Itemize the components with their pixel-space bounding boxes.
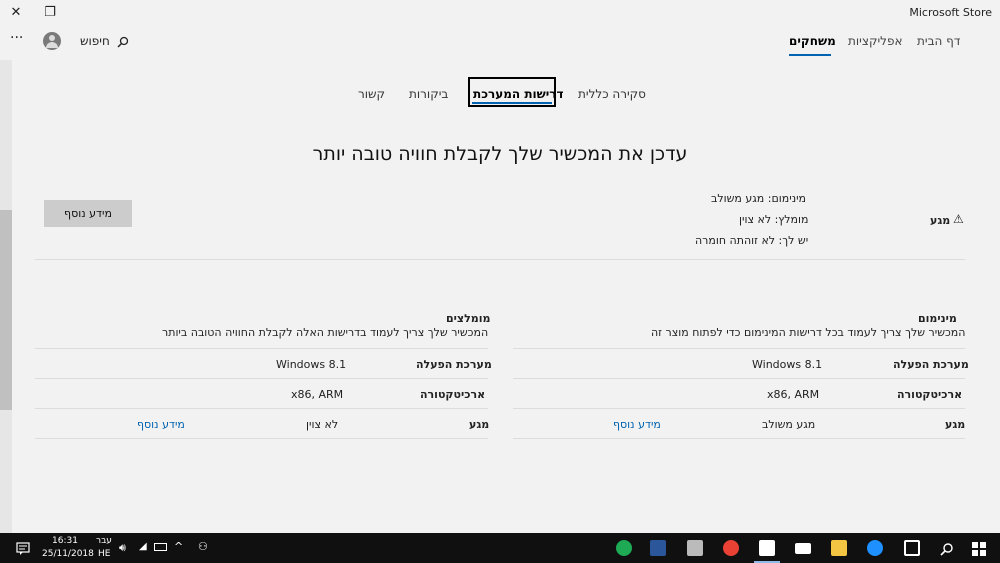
search-icon[interactable] bbox=[940, 541, 954, 560]
recommended-more-info-link[interactable]: מידע נוסף bbox=[137, 418, 185, 431]
task-view-icon[interactable] bbox=[904, 540, 920, 556]
tab-related[interactable]: קשור bbox=[358, 87, 385, 101]
touch-detected-line: יש לך: לא זוהתה חומרה bbox=[695, 234, 809, 247]
minimum-more-info-link[interactable]: מידע נוסף bbox=[613, 418, 661, 431]
wifi-icon[interactable]: ◢ bbox=[139, 541, 147, 552]
clock-time[interactable]: 16:31 bbox=[52, 536, 78, 546]
restore-button[interactable]: ❐ bbox=[34, 0, 66, 26]
touch-label: מגע bbox=[930, 214, 951, 227]
battery-icon[interactable] bbox=[154, 543, 167, 551]
language-code[interactable]: HE bbox=[98, 549, 110, 559]
row-divider bbox=[513, 348, 965, 349]
touch-minimum-line: מינימום: מגע משולב bbox=[711, 192, 807, 205]
row-divider bbox=[513, 408, 965, 409]
edge-legacy-icon[interactable] bbox=[616, 540, 632, 556]
scrollbar-track[interactable] bbox=[0, 60, 12, 533]
taskbar: 16:31 25/11/2018 עבר HE 🔊︎ ◢ ^ ⚇ bbox=[0, 533, 1000, 563]
minimum-title: מינימום bbox=[918, 312, 957, 325]
chevron-up-icon[interactable]: ^ bbox=[174, 540, 183, 553]
language-indicator[interactable]: עבר bbox=[96, 536, 112, 546]
recommended-subtitle: המכשיר שלך צריך לעמוד בדרישות האלה לקבלת… bbox=[162, 326, 489, 339]
folder-icon[interactable] bbox=[831, 540, 847, 556]
clock-date[interactable]: 25/11/2018 bbox=[42, 549, 94, 559]
scrollbar-thumb[interactable] bbox=[0, 210, 12, 410]
row-divider bbox=[513, 438, 965, 439]
recommended-touch-label: מגע bbox=[469, 418, 490, 431]
volume-icon[interactable]: 🔊︎ bbox=[119, 541, 126, 555]
tab-overview[interactable]: סקירה כללית bbox=[578, 87, 646, 101]
close-button[interactable]: ✕ bbox=[0, 0, 32, 26]
tab-reviews[interactable]: ביקורות bbox=[409, 87, 448, 101]
minimum-touch-label: מגע bbox=[945, 418, 966, 431]
people-icon[interactable]: ⚇ bbox=[198, 540, 208, 553]
row-divider bbox=[513, 378, 965, 379]
mail-icon[interactable] bbox=[795, 543, 811, 554]
row-divider bbox=[35, 348, 488, 349]
row-divider bbox=[35, 408, 488, 409]
store-icon[interactable] bbox=[759, 540, 775, 556]
windows-start-icon[interactable] bbox=[972, 541, 986, 560]
recommended-os-label: מערכת הפעלה bbox=[416, 358, 492, 371]
recommended-touch-value: לא צוין bbox=[306, 418, 339, 431]
tab-system-requirements[interactable]: דרישות המערכת bbox=[473, 87, 564, 101]
search-button[interactable]: חיפוש bbox=[80, 34, 110, 48]
account-avatar[interactable] bbox=[43, 32, 61, 50]
recommended-arch-value: x86, ARM bbox=[291, 388, 344, 401]
window-title: Microsoft Store bbox=[909, 6, 992, 19]
title-bar: ✕ ❐ Microsoft Store bbox=[0, 0, 1000, 26]
page-heading: עדכן את המכשיר שלך לקבלת חוויה טובה יותר bbox=[312, 143, 688, 165]
touch-recommended-line: מומלץ: לא צוין bbox=[739, 213, 809, 226]
section-divider bbox=[35, 259, 965, 260]
photos-icon[interactable] bbox=[687, 540, 703, 556]
recommended-arch-label: ארכיטקטורה bbox=[420, 388, 486, 401]
minimum-arch-label: ארכיטקטורה bbox=[897, 388, 963, 401]
recommended-title: מומלצים bbox=[446, 312, 491, 325]
minimum-subtitle: המכשיר שלך צריך לעמוד בכל דרישות המינימו… bbox=[651, 326, 966, 339]
nav-bar: ··· חיפוש דף הבית אפליקציות משחקים bbox=[0, 26, 1000, 58]
word-icon[interactable] bbox=[650, 540, 666, 556]
subtab-indicator bbox=[472, 102, 552, 104]
minimum-touch-value: מגע משולב bbox=[762, 418, 816, 431]
more-info-button[interactable]: מידע נוסף bbox=[44, 200, 132, 227]
row-divider bbox=[35, 438, 488, 439]
tab-apps[interactable]: אפליקציות bbox=[848, 34, 903, 48]
recommended-os-value: Windows 8.1 bbox=[276, 358, 347, 371]
minimum-os-value: Windows 8.1 bbox=[752, 358, 823, 371]
warning-icon: ⚠ bbox=[953, 212, 964, 226]
minimum-arch-value: x86, ARM bbox=[767, 388, 820, 401]
chrome-icon[interactable] bbox=[723, 540, 739, 556]
more-options-button[interactable]: ··· bbox=[10, 30, 23, 46]
active-tab-indicator bbox=[789, 54, 831, 56]
minimum-os-label: מערכת הפעלה bbox=[893, 358, 969, 371]
row-divider bbox=[35, 378, 488, 379]
tab-home[interactable]: דף הבית bbox=[917, 34, 960, 48]
notifications-icon[interactable] bbox=[16, 541, 30, 560]
tab-games[interactable]: משחקים bbox=[789, 34, 836, 48]
edge-icon[interactable] bbox=[867, 540, 883, 556]
search-icon[interactable] bbox=[117, 33, 129, 52]
